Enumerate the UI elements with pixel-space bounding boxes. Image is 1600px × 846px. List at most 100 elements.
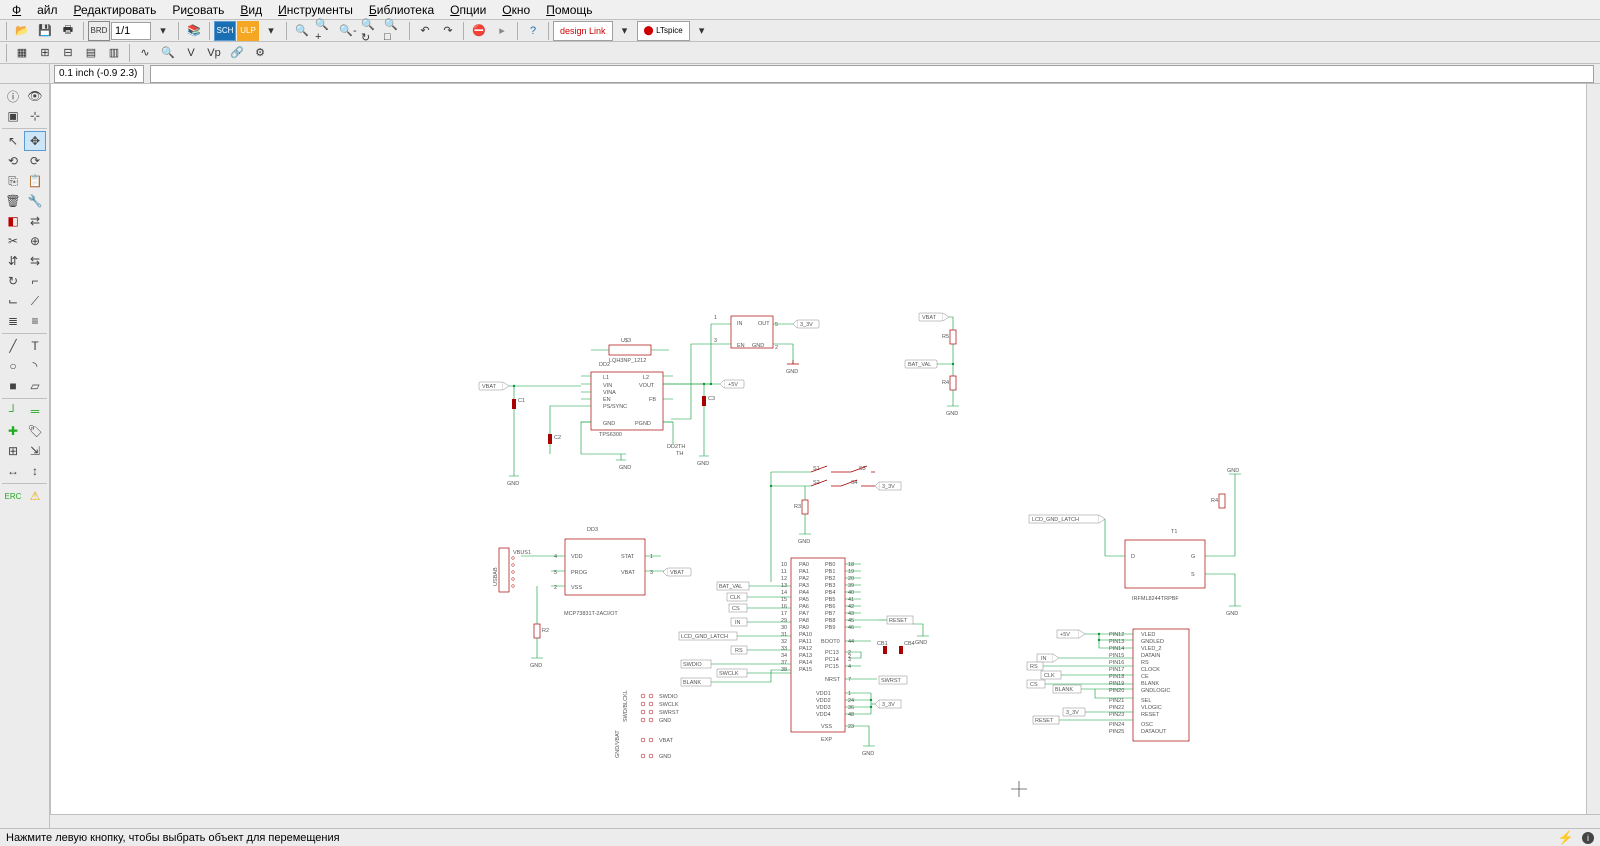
show-tool[interactable]: 👁 <box>24 86 46 106</box>
menu-help[interactable]: Помощь <box>538 1 600 19</box>
menu-file[interactable]: Файл <box>4 1 66 19</box>
board-button[interactable]: BRD <box>88 21 110 41</box>
menu-view[interactable]: Вид <box>232 1 270 19</box>
settings-button[interactable]: ⚙ <box>249 43 271 63</box>
open-button[interactable]: 📂 <box>11 21 33 41</box>
group-tool[interactable]: ◧ <box>2 211 24 231</box>
sheet-selector[interactable] <box>111 22 151 40</box>
errors-tool[interactable]: ⚠ <box>24 486 46 506</box>
menu-library[interactable]: Библиотека <box>361 1 442 19</box>
zoom-redraw-button[interactable]: 🔍↻ <box>360 21 382 41</box>
svg-text:17: 17 <box>781 611 787 617</box>
scr-dropdown-icon[interactable]: ▾ <box>260 21 282 41</box>
text-tool[interactable]: T <box>24 336 46 356</box>
mark-tool[interactable]: ⊹ <box>24 106 46 126</box>
sheet-dropdown-icon[interactable]: ▾ <box>152 21 174 41</box>
change-tool[interactable]: ⇄ <box>24 211 46 231</box>
status-info-icon[interactable]: i <box>1582 832 1594 844</box>
vertical-scrollbar[interactable] <box>1586 84 1600 814</box>
delete-tool[interactable]: 🗑 <box>2 191 24 211</box>
wave-button[interactable]: ∿ <box>134 43 156 63</box>
grid3-button[interactable]: ⊟ <box>57 43 79 63</box>
arc-tool[interactable]: ◝ <box>24 356 46 376</box>
library-button[interactable]: 📚 <box>183 21 205 41</box>
rect-tool[interactable]: ■ <box>2 376 24 396</box>
zoom-out-button[interactable]: 🔍- <box>337 21 359 41</box>
svg-text:PB4: PB4 <box>825 590 835 596</box>
svg-text:31: 31 <box>781 632 787 638</box>
schematic-canvas[interactable]: .wire { stroke:#009933; stroke-width:0.6… <box>50 84 1600 828</box>
svg-text:1: 1 <box>714 315 717 321</box>
dim2-tool[interactable]: ↕ <box>24 461 46 481</box>
junction-tool[interactable]: ✚ <box>2 421 24 441</box>
svg-text:VBAT: VBAT <box>621 570 636 576</box>
v-button[interactable]: V <box>180 43 202 63</box>
help-button[interactable]: ? <box>522 21 544 41</box>
zoom-in-button[interactable]: 🔍+ <box>314 21 336 41</box>
zoom2-button[interactable]: 🔍 <box>157 43 179 63</box>
invoke-tool[interactable]: ≣ <box>2 311 24 331</box>
redo-button[interactable]: ↷ <box>437 21 459 41</box>
sch-mode-button[interactable]: SCH <box>214 21 236 41</box>
svg-text:SWCLK: SWCLK <box>659 702 679 708</box>
menu-edit[interactable]: Редактировать <box>66 1 165 19</box>
horizontal-scrollbar[interactable] <box>50 814 1600 828</box>
grid-button[interactable]: ▦ <box>11 43 33 63</box>
paste-tool[interactable]: 📋 <box>24 171 46 191</box>
svg-text:BAT_VAL: BAT_VAL <box>908 362 931 368</box>
vp-button[interactable]: Vp <box>203 43 225 63</box>
link2-button[interactable]: 🔗 <box>226 43 248 63</box>
save-button[interactable]: 💾 <box>34 21 56 41</box>
grid4-button[interactable]: ▤ <box>80 43 102 63</box>
menu-tools[interactable]: Инструменты <box>270 1 361 19</box>
dimension-tool[interactable]: ↔ <box>2 461 24 481</box>
svg-text:PC14: PC14 <box>825 657 839 663</box>
print-button[interactable]: 🖶 <box>57 21 79 41</box>
polygon-tool[interactable]: ▱ <box>24 376 46 396</box>
info-tool[interactable]: ⓘ <box>2 86 24 106</box>
route-tool[interactable]: ⌐ <box>24 271 46 291</box>
svg-text:CB1: CB1 <box>877 641 888 647</box>
zoom-select-button[interactable]: 🔍□ <box>383 21 405 41</box>
go-button[interactable]: ▸ <box>491 21 513 41</box>
mirror-tool[interactable]: ⟳ <box>24 151 46 171</box>
menu-window[interactable]: Окно <box>494 1 538 19</box>
value-tool[interactable]: ≡ <box>24 311 46 331</box>
design-link-dropdown-icon[interactable]: ▾ <box>614 21 636 41</box>
layer-tool[interactable]: ▣ <box>2 106 24 126</box>
split-tool[interactable]: ⌙ <box>2 291 24 311</box>
wire-tool[interactable]: ╱ <box>2 336 24 356</box>
stop-button[interactable]: ⛔ <box>468 21 490 41</box>
replace-tool[interactable]: ↻ <box>2 271 24 291</box>
circle-tool[interactable]: ○ <box>2 356 24 376</box>
copy-tool[interactable]: ⎘ <box>2 171 24 191</box>
bus-tool[interactable]: ═ <box>24 401 46 421</box>
smash-tool[interactable]: ⇲ <box>24 441 46 461</box>
ltspice-dropdown-icon[interactable]: ▾ <box>691 21 713 41</box>
rotate-tool[interactable]: ⟲ <box>2 151 24 171</box>
menu-options[interactable]: Опции <box>442 1 494 19</box>
select-tool[interactable]: ↖ <box>2 131 24 151</box>
move-tool[interactable]: ✥ <box>24 131 46 151</box>
gateswap-tool[interactable]: ⇆ <box>24 251 46 271</box>
pinswap-tool[interactable]: ⇵ <box>2 251 24 271</box>
command-input[interactable] <box>150 65 1594 83</box>
design-link-button[interactable]: design Link <box>553 21 613 41</box>
add-tool[interactable]: ⊕ <box>24 231 46 251</box>
svg-text:SWRST: SWRST <box>659 710 680 716</box>
ulp-button[interactable]: ULP <box>237 21 259 41</box>
cut-tool[interactable]: ✂ <box>2 231 24 251</box>
svg-text:GND: GND <box>798 539 810 545</box>
label-tool[interactable]: 🏷 <box>24 421 46 441</box>
wrench-tool[interactable]: 🔧 <box>24 191 46 211</box>
net-tool[interactable]: ┘ <box>2 401 24 421</box>
attribute-tool[interactable]: ⊞ <box>2 441 24 461</box>
miter-tool[interactable]: ⟋ <box>24 291 46 311</box>
menu-draw[interactable]: Рисовать <box>164 1 232 19</box>
grid2-button[interactable]: ⊞ <box>34 43 56 63</box>
ltspice-button[interactable]: ⬤ LTspice <box>637 21 690 41</box>
undo-button[interactable]: ↶ <box>414 21 436 41</box>
erc-tool[interactable]: ERC <box>2 486 24 506</box>
grid5-button[interactable]: ▥ <box>103 43 125 63</box>
zoom-fit-button[interactable]: 🔍 <box>291 21 313 41</box>
